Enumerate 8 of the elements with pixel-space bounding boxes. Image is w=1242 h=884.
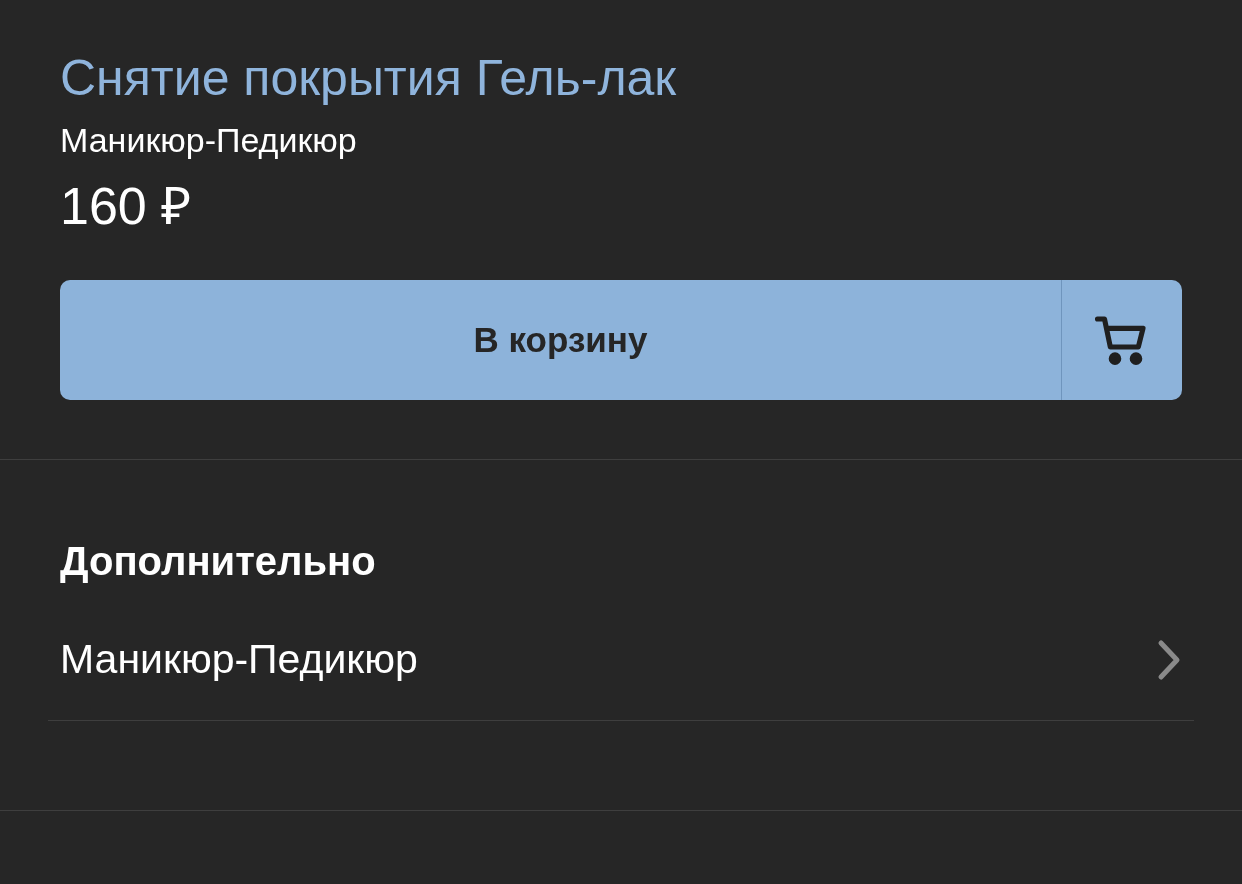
cart-button[interactable]: [1062, 280, 1182, 400]
add-to-cart-button[interactable]: В корзину: [60, 280, 1061, 400]
section-heading: Дополнительно: [59, 538, 377, 585]
product-category: Маникюр-Педикюр: [60, 120, 358, 161]
product-price: 160 ₽: [60, 176, 193, 237]
list-item[interactable]: Маникюр-Педикюр: [48, 600, 1194, 720]
product-title: Снятие покрытия Гель-лак: [60, 49, 678, 108]
chevron-right-icon: [1156, 638, 1182, 682]
